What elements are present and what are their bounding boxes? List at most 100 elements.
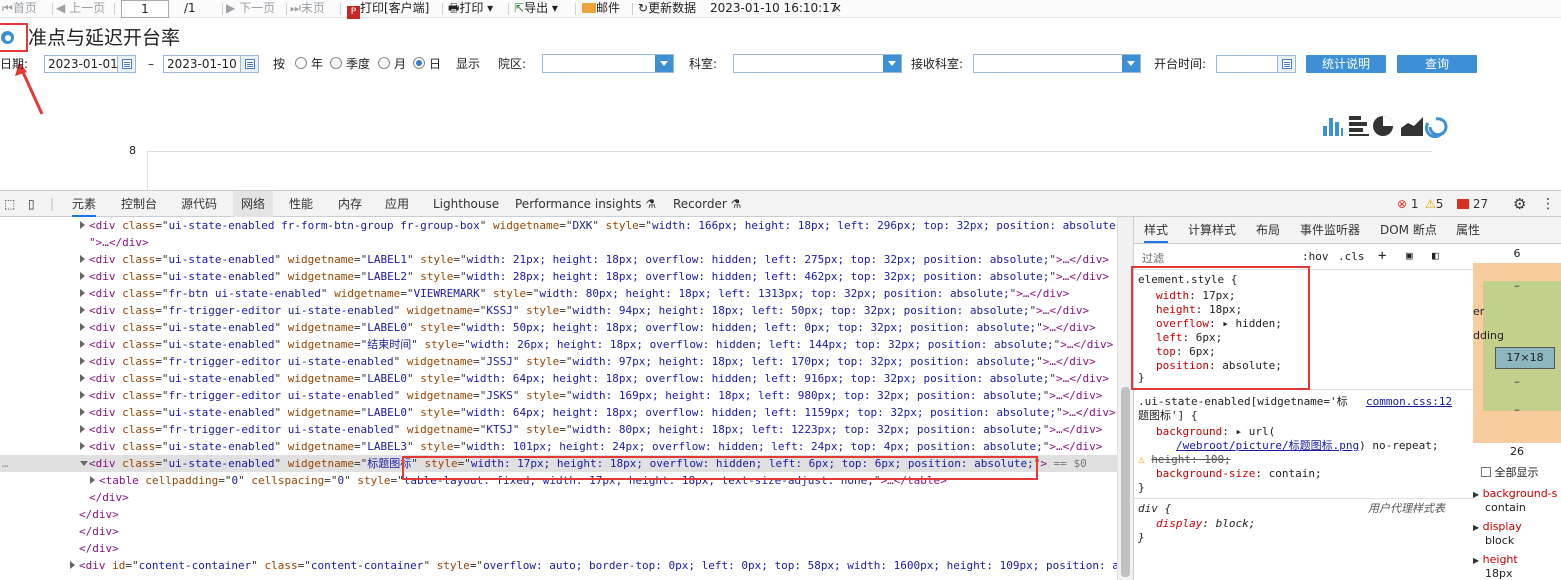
dom-node-line[interactable]: </div> — [0, 540, 1117, 557]
start-time-field[interactable] — [1216, 55, 1296, 73]
dept-select[interactable] — [733, 54, 902, 73]
tab-performance-insights[interactable]: Performance insights ⚗ — [515, 191, 656, 217]
refresh-data-button[interactable]: ↻更新数据 — [638, 0, 696, 18]
sidebar-toggle-icon[interactable]: ◧ — [1432, 249, 1439, 262]
computed-property[interactable]: ▶ background-s — [1473, 487, 1557, 500]
expand-toggle-icon[interactable] — [80, 221, 85, 229]
end-date-field[interactable]: 2023-01-10 — [163, 55, 259, 73]
show-all-checkbox[interactable]: 全部显示 — [1481, 464, 1539, 480]
bar-chart-icon[interactable] — [1323, 118, 1343, 136]
tab-console[interactable]: 控制台 — [121, 191, 157, 217]
mail-button[interactable]: 邮件 — [582, 0, 620, 18]
dom-node-line[interactable]: <div class="fr-trigger-editor ui-state-e… — [0, 387, 1117, 404]
print-button[interactable]: 🖶打印 ▾ — [448, 0, 493, 18]
calendar-icon[interactable] — [117, 56, 135, 72]
horizontal-bar-chart-icon[interactable] — [1349, 116, 1369, 136]
chevron-down-icon[interactable] — [1122, 55, 1140, 72]
dom-node-line[interactable]: <div id="content-container" class="conte… — [0, 557, 1117, 574]
background-url-link[interactable]: /webroot/picture/标题图标.png — [1176, 439, 1359, 452]
tab-network[interactable]: 网络 — [233, 191, 274, 217]
dom-node-line[interactable]: <div class="ui-state-enabled" widgetname… — [0, 319, 1117, 336]
tab-performance[interactable]: 性能 — [289, 191, 313, 217]
error-count-badge[interactable]: ⊗ 1 — [1397, 191, 1419, 217]
query-button[interactable]: 查询 — [1397, 55, 1477, 73]
issues-count-badge[interactable]: 27 — [1457, 191, 1488, 217]
last-page-button[interactable]: ⏭末页 — [290, 0, 325, 18]
refresh-chart-icon[interactable] — [1424, 117, 1448, 138]
tab-lighthouse[interactable]: Lighthouse — [433, 191, 499, 217]
dom-node-line[interactable]: </div> — [0, 489, 1117, 506]
dom-node-line[interactable]: <div class="fr-trigger-editor ui-state-e… — [0, 421, 1117, 438]
dom-node-line[interactable]: </div> — [0, 523, 1117, 540]
chevron-down-icon[interactable] — [883, 55, 901, 72]
expand-toggle-icon[interactable] — [80, 289, 85, 297]
hov-toggle[interactable]: :hov — [1302, 250, 1329, 263]
dom-node-line[interactable]: <div class="ui-state-enabled" widgetname… — [0, 251, 1117, 268]
expand-toggle-icon[interactable] — [80, 272, 85, 280]
calendar-icon[interactable] — [240, 56, 258, 72]
tab-sources[interactable]: 源代码 — [181, 191, 217, 217]
rule-source-link[interactable]: common.css:12 — [1366, 395, 1452, 409]
campus-select[interactable] — [542, 54, 674, 73]
computed-property[interactable]: ▶ height — [1473, 553, 1518, 566]
expand-toggle-icon[interactable] — [80, 357, 85, 365]
device-toolbar-icon[interactable]: ▯ — [28, 191, 35, 217]
tab-memory[interactable]: 内存 — [338, 191, 362, 217]
radio-quarter[interactable] — [330, 57, 342, 69]
expand-toggle-icon[interactable] — [80, 255, 85, 263]
tab-recorder[interactable]: Recorder ⚗ — [673, 191, 741, 217]
expand-toggle-icon[interactable] — [80, 391, 85, 399]
dom-node-line[interactable]: <div class="fr-trigger-editor ui-state-e… — [0, 302, 1117, 319]
dom-node-line[interactable]: </div> — [0, 506, 1117, 523]
pie-chart-icon[interactable] — [1373, 116, 1393, 136]
explain-button[interactable]: 统计说明 — [1306, 55, 1386, 73]
dom-node-line[interactable]: <div class="ui-state-enabled" widgetname… — [0, 404, 1117, 421]
receiving-dept-select[interactable] — [973, 54, 1141, 73]
settings-gear-icon[interactable]: ⚙ — [1513, 191, 1526, 217]
start-date-field[interactable]: 2023-01-01 — [44, 55, 136, 73]
expand-toggle-icon[interactable] — [80, 374, 85, 382]
tab-layout[interactable]: 布局 — [1256, 217, 1280, 243]
tab-elements[interactable]: 元素 — [72, 191, 97, 217]
dom-node-line[interactable]: ">…</div> — [0, 234, 1117, 251]
chevron-down-icon[interactable] — [655, 55, 673, 72]
dom-node-line[interactable]: <div class="ui-state-enabled" widgetname… — [0, 370, 1117, 387]
dom-node-line[interactable]: <div class="ui-state-enabled" widgetname… — [0, 336, 1117, 353]
close-timestamp-button[interactable]: × — [832, 0, 842, 18]
radio-year[interactable] — [295, 57, 307, 69]
export-button[interactable]: ⇱导出 ▾ — [514, 0, 558, 18]
warning-count-badge[interactable]: ⚠5 — [1425, 191, 1443, 217]
radio-month[interactable] — [378, 57, 390, 69]
print-client-button[interactable]: P 打印[客户端] — [347, 0, 429, 19]
expand-toggle-icon[interactable] — [80, 442, 85, 450]
expand-toggle-icon[interactable] — [80, 340, 85, 348]
dom-node-line[interactable]: <div class="fr-btn ui-state-enabled" wid… — [0, 285, 1117, 302]
paint-icon[interactable]: ▣ — [1406, 249, 1413, 262]
tab-properties[interactable]: 属性 — [1456, 217, 1480, 243]
tab-event-listeners[interactable]: 事件监听器 — [1300, 217, 1360, 243]
tab-application[interactable]: 应用 — [385, 191, 409, 217]
dom-node-line[interactable]: <div class="fr-trigger-editor ui-state-e… — [0, 353, 1117, 370]
dom-node-line[interactable]: <div class="ui-state-enabled" widgetname… — [0, 438, 1117, 455]
first-page-button[interactable]: ⏮首页 — [2, 0, 37, 18]
new-rule-button[interactable]: + — [1378, 248, 1386, 264]
more-options-icon[interactable]: ⋮ — [1541, 191, 1555, 217]
expand-toggle-icon[interactable] — [80, 306, 85, 314]
calendar-icon[interactable] — [1277, 56, 1295, 72]
dom-node-line[interactable]: <div class="ui-state-enabled" widgetname… — [0, 268, 1117, 285]
tab-dom-breakpoints[interactable]: DOM 断点 — [1380, 217, 1437, 243]
expand-toggle-icon[interactable] — [70, 561, 75, 569]
cls-toggle[interactable]: .cls — [1338, 250, 1365, 263]
page-number-input[interactable]: 1 — [121, 0, 169, 18]
inspect-element-icon[interactable]: ⬚ — [4, 191, 15, 217]
dom-node-line[interactable]: <div class="ui-state-enabled fr-form-btn… — [0, 217, 1117, 234]
filter-input[interactable]: 过滤 — [1142, 250, 1164, 266]
computed-property[interactable]: ▶ display — [1473, 520, 1522, 533]
tab-styles[interactable]: 样式 — [1144, 217, 1169, 243]
tab-computed[interactable]: 计算样式 — [1188, 217, 1236, 243]
area-chart-icon[interactable] — [1401, 117, 1423, 136]
expand-toggle-icon[interactable] — [80, 461, 88, 466]
next-page-button[interactable]: ▶ 下一页 — [226, 0, 275, 18]
prev-page-button[interactable]: ◀ 上一页 — [56, 0, 105, 18]
expand-toggle-icon[interactable] — [80, 323, 85, 331]
